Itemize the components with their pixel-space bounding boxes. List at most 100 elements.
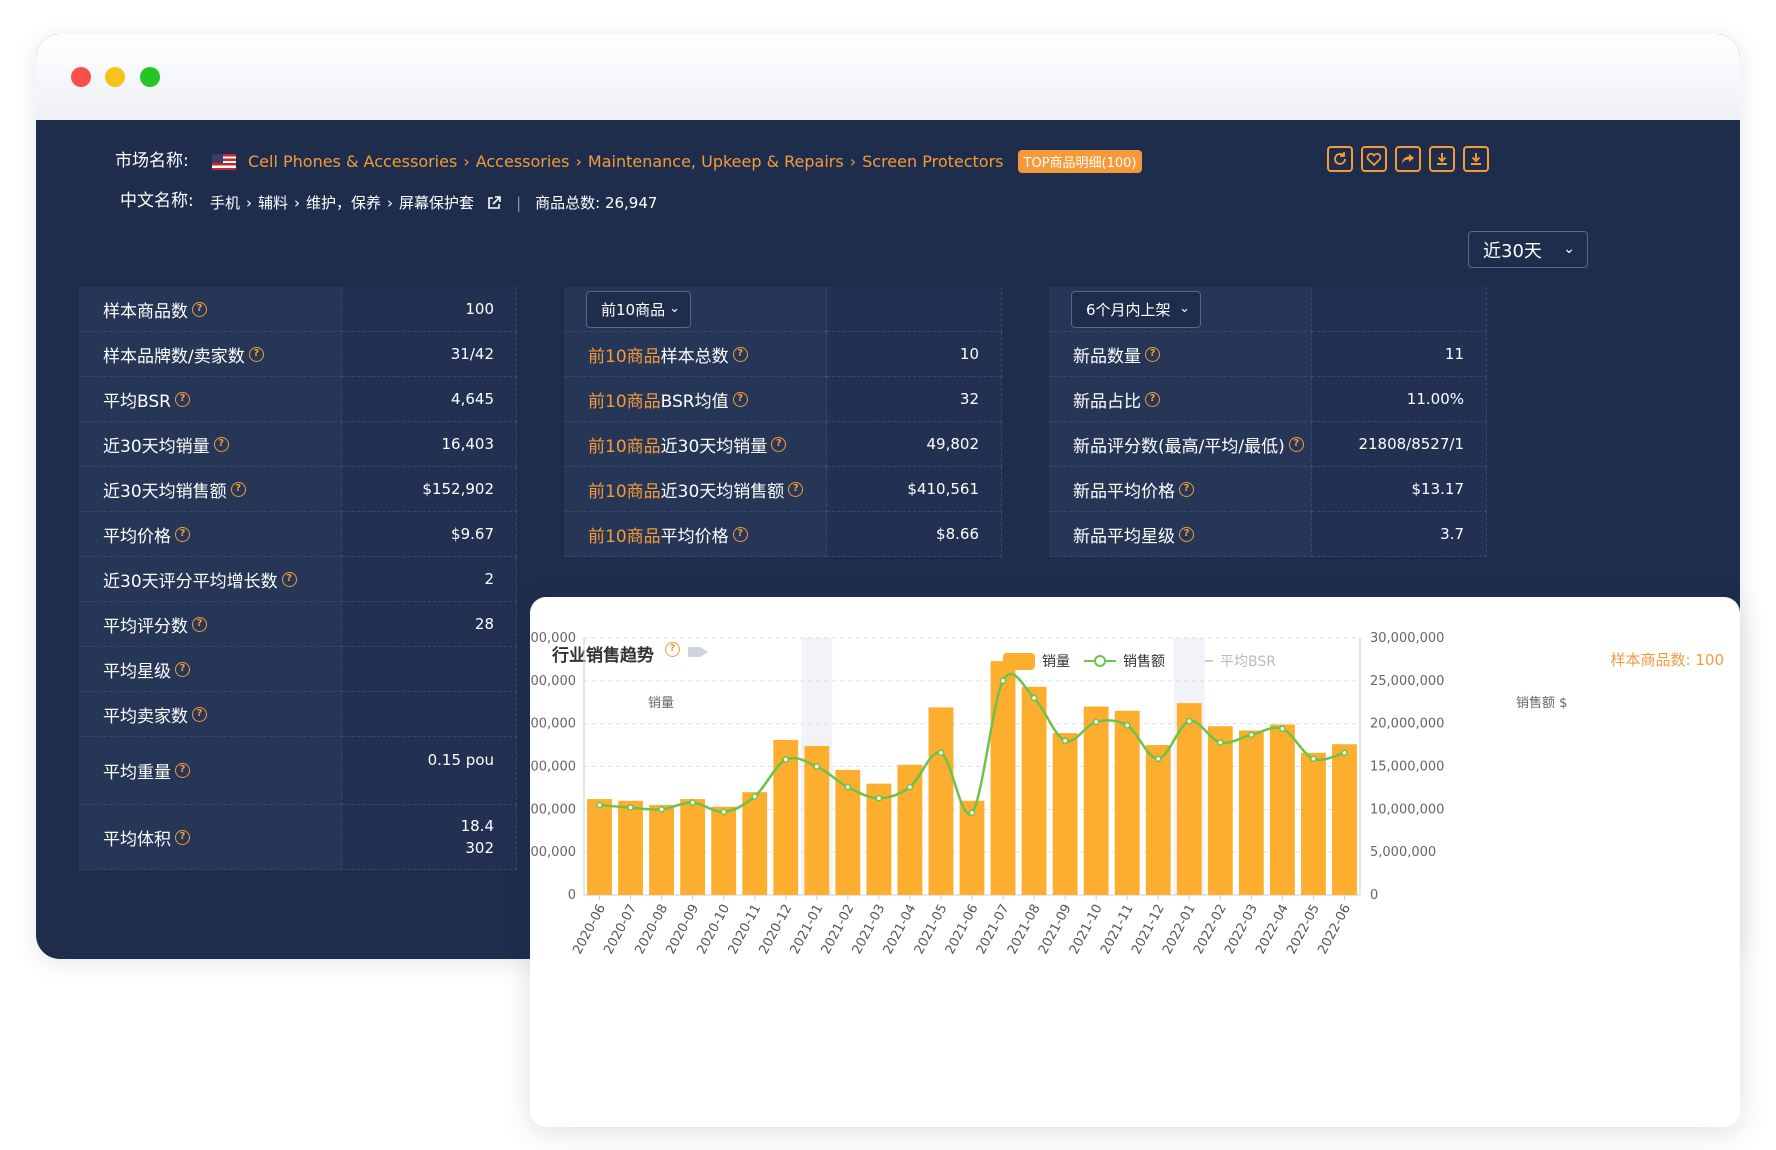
left-tick-label: 2,500,000: [530, 674, 576, 689]
table-row: 前10商品 样本总数? 10: [564, 332, 1002, 377]
help-icon[interactable]: ?: [732, 346, 748, 362]
help-icon[interactable]: ?: [1145, 391, 1160, 407]
row-label: 样本总数: [660, 346, 729, 367]
help-icon[interactable]: ?: [1179, 526, 1194, 542]
cn-breadcrumb-item: 手机: [210, 194, 241, 212]
external-link-icon[interactable]: [486, 195, 502, 211]
table-row: 前10商品 平均价格? $8.66: [564, 512, 1002, 557]
table-row: 近30天均销售额? $152,902: [79, 467, 517, 512]
sales-trend-chart: 0 0 500,000 5,000,000 1,000,000 10,000,000 1,5…: [530, 631, 1444, 957]
row-value: 11: [1312, 332, 1487, 377]
cn-breadcrumb-item: 辅料: [258, 194, 289, 212]
row-label: 平均价格: [103, 526, 171, 547]
bar-sales-volume: [1332, 744, 1357, 895]
point-sales-amount: [1092, 718, 1100, 726]
help-icon[interactable]: ?: [1145, 346, 1160, 362]
help-icon[interactable]: ?: [174, 391, 190, 407]
help-icon[interactable]: ?: [248, 346, 264, 362]
help-icon[interactable]: ?: [788, 481, 804, 497]
left-tick-label: 2,000,000: [530, 717, 576, 732]
breadcrumb-item[interactable]: Accessories: [476, 152, 570, 171]
help-icon[interactable]: ?: [230, 481, 246, 497]
row-label: 近30天均销售额: [660, 481, 785, 502]
row-value: 4,645: [342, 377, 517, 422]
top-products-badge[interactable]: TOP商品明细(100): [1017, 150, 1143, 173]
table-row: 新品平均星级? 3.7: [1049, 512, 1487, 557]
help-icon[interactable]: ?: [175, 829, 190, 845]
point-sales-amount: [844, 783, 852, 791]
right-tick-label: 15,000,000: [1370, 760, 1444, 775]
point-sales-amount: [751, 793, 759, 800]
table-row: 平均卖家数?: [79, 692, 517, 737]
row-label: 样本品牌数/卖家数: [103, 346, 245, 367]
chinese-name-label: 中文名称:: [120, 191, 194, 211]
help-icon[interactable]: ?: [192, 706, 207, 722]
help-icon[interactable]: ?: [732, 391, 748, 407]
minimize-window-button[interactable]: [105, 67, 125, 87]
row-prefix: 前10商品: [588, 391, 661, 412]
chevron-right-icon: ›: [246, 193, 253, 212]
point-sales-amount: [1185, 717, 1193, 725]
help-icon[interactable]: ?: [1288, 436, 1304, 452]
export-icon[interactable]: [1463, 146, 1489, 172]
top10-select[interactable]: 前10商品 ⌄: [586, 290, 691, 328]
help-icon[interactable]: ?: [192, 301, 207, 317]
table-row: 新品占比? 11.00%: [1049, 377, 1487, 422]
row-value: 3.7: [1312, 512, 1487, 557]
help-icon[interactable]: ?: [175, 661, 190, 677]
help-icon[interactable]: ?: [175, 763, 190, 778]
close-window-button[interactable]: [71, 67, 91, 87]
help-icon[interactable]: ?: [192, 616, 207, 632]
table-row: 前10商品 ⌄: [564, 287, 1002, 332]
bar-sales-volume: [773, 739, 799, 895]
table-row: 平均评分数? 28: [79, 602, 517, 647]
help-icon[interactable]: ?: [771, 436, 787, 452]
refresh-icon[interactable]: [1327, 146, 1353, 172]
row-prefix: 前10商品: [588, 436, 661, 457]
bar-sales-volume: [990, 661, 1016, 895]
right-tick-label: 25,000,000: [1370, 674, 1444, 689]
help-icon[interactable]: ?: [732, 526, 748, 542]
row-prefix: 前10商品: [588, 346, 661, 367]
bar-sales-volume: [1021, 686, 1047, 895]
period-select[interactable]: 近30天 ⌄: [1468, 231, 1588, 268]
point-sales-amount: [875, 794, 883, 802]
cn-breadcrumb-item: 屏幕保护套: [399, 194, 475, 212]
help-icon[interactable]: ?: [281, 571, 297, 587]
row-value-line: 18.4: [460, 817, 494, 835]
row-label: 平均价格: [660, 526, 729, 547]
chevron-right-icon: ›: [849, 152, 857, 171]
breadcrumb-item[interactable]: Maintenance, Upkeep & Repairs: [588, 152, 844, 171]
breadcrumb-item[interactable]: Screen Protectors: [862, 152, 1003, 171]
row-label: 平均卖家数: [103, 706, 188, 727]
help-icon[interactable]: ?: [1179, 481, 1194, 497]
help-icon[interactable]: ?: [175, 526, 190, 542]
heart-icon[interactable]: [1361, 146, 1387, 172]
period-select-value: 近30天: [1483, 240, 1542, 262]
share-icon[interactable]: [1395, 146, 1421, 172]
download-icon[interactable]: [1429, 146, 1455, 172]
row-value: 100: [342, 287, 517, 332]
point-sales-amount: [937, 749, 945, 757]
bar-sales-volume: [1052, 733, 1078, 895]
point-sales-amount: [596, 801, 603, 809]
row-label: 近30天均销售额: [103, 481, 227, 502]
point-sales-amount: [999, 677, 1007, 685]
cn-breadcrumb-item: 维护，保养: [306, 194, 382, 212]
chevron-right-icon: ›: [463, 152, 470, 171]
right-tick-label: 5,000,000: [1370, 845, 1436, 860]
breadcrumb-item[interactable]: Cell Phones & Accessories: [248, 152, 457, 171]
table-row: 新品评分数(最高/平均/最低)? 21808/8527/1: [1049, 422, 1487, 467]
table-row: 平均重量? 0.15 pou: [79, 737, 517, 805]
bar-sales-volume: [1114, 710, 1140, 895]
point-sales-amount: [1061, 737, 1069, 745]
table-row: 新品数量? 11: [1049, 332, 1487, 377]
row-label: 样本商品数: [103, 301, 188, 322]
row-value: 21808/8527/1: [1312, 422, 1487, 467]
help-icon[interactable]: ?: [213, 436, 229, 452]
listing-age-select[interactable]: 6个月内上架 ⌄: [1071, 290, 1201, 328]
table-row: 平均BSR? 4,645: [79, 377, 517, 422]
row-value: 28: [342, 602, 517, 647]
row-value: 16,403: [342, 422, 517, 467]
maximize-window-button[interactable]: [140, 67, 160, 87]
